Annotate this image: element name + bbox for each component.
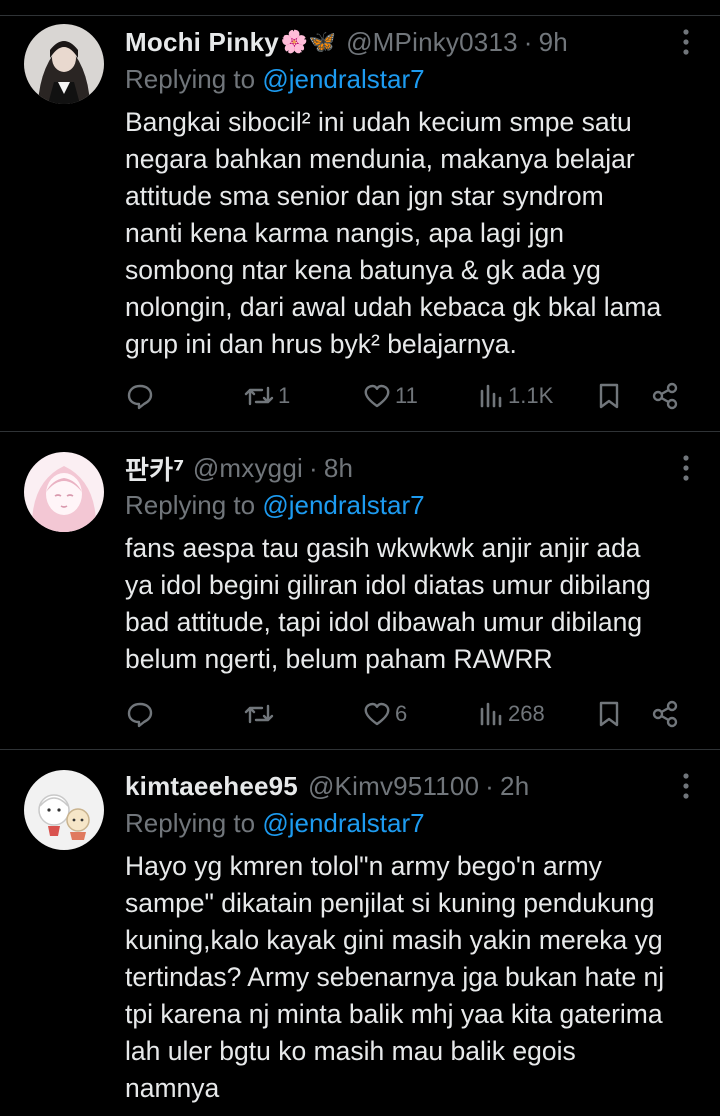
user-handle[interactable]: @MPinky0313 <box>346 27 518 58</box>
text-line: lah uler bgtu ko masih mau balik egois <box>125 1036 576 1066</box>
avatar[interactable] <box>24 452 104 532</box>
text-line: ya idol begini giliran idol diatas umur … <box>125 570 651 600</box>
views-button[interactable]: 1.1K <box>477 376 553 416</box>
share-icon <box>650 699 680 729</box>
display-name[interactable]: 판카⁷ <box>125 450 185 487</box>
replying-to: Replying to @jendralstar7 <box>125 64 690 96</box>
replying-prefix: Replying to <box>125 808 263 838</box>
text-line: kuning,kalo kayak gini masih yakin merek… <box>125 925 663 955</box>
share-button[interactable] <box>650 694 680 734</box>
reply-bubble-icon <box>125 699 155 729</box>
text-line: belum ngerti, belum paham RAWRR <box>125 644 553 674</box>
like-button[interactable]: 6 <box>362 694 407 734</box>
text-line: sombong ntar kena batunya & gk ada yg <box>125 255 601 285</box>
timestamp[interactable]: 9h <box>539 27 568 58</box>
name-emoji: 🌸🦋 <box>280 29 337 55</box>
reply-tweet[interactable]: kimtaeehee95 @Kimv951100 · 2h Replying t… <box>0 750 720 1116</box>
replying-to: Replying to @jendralstar7 <box>125 490 690 522</box>
more-vertical-icon[interactable] <box>676 450 696 486</box>
views-button[interactable]: 268 <box>477 694 545 734</box>
text-line: negara bahkan mendunia, makanya belajar <box>125 144 635 174</box>
bookmark-button[interactable] <box>595 376 623 416</box>
replying-to: Replying to @jendralstar7 <box>125 808 690 840</box>
share-button[interactable] <box>650 376 680 416</box>
view-count: 268 <box>508 701 545 726</box>
tweet-text: Hayo yg kmren tolol"n army bego'n army s… <box>125 848 690 1107</box>
separator-dot: · <box>308 452 318 483</box>
text-line: tpi karena nj minta balik mhj yaa kita g… <box>125 999 663 1029</box>
text-line: fans aespa tau gasih wkwkwk anjir anjir … <box>125 533 641 563</box>
replying-prefix: Replying to <box>125 64 263 94</box>
top-divider <box>0 0 720 16</box>
text-line: grup ini dan hrus byk² belajarnya. <box>125 329 517 359</box>
separator-dot: · <box>485 770 495 801</box>
mention-link[interactable]: @jendralstar7 <box>262 808 424 838</box>
timestamp[interactable]: 2h <box>500 771 529 802</box>
more-vertical-icon[interactable] <box>676 768 696 804</box>
share-icon <box>650 381 680 411</box>
text-line: namnya <box>125 1073 220 1103</box>
text-line: tertindas? Army sebenarnya jga bukan hat… <box>125 962 665 992</box>
tweet-text: fans aespa tau gasih wkwkwk anjir anjir … <box>125 530 690 678</box>
like-count: 11 <box>395 383 418 408</box>
bookmark-icon <box>595 381 623 411</box>
action-bar: 6 268 <box>125 694 685 734</box>
tweet-text: Bangkai sibocil² ini udah kecium smpe sa… <box>125 104 690 363</box>
retweet-button[interactable]: 1 <box>243 376 290 416</box>
retweet-icon <box>243 381 275 411</box>
avatar[interactable] <box>24 770 104 850</box>
heart-icon <box>362 381 392 411</box>
retweet-button[interactable] <box>243 694 278 734</box>
text-line: sampe" dikatain penjilat si kuning pendu… <box>125 888 655 918</box>
reply-button[interactable] <box>125 376 155 416</box>
more-vertical-icon[interactable] <box>676 24 696 60</box>
mention-link[interactable]: @jendralstar7 <box>262 64 424 94</box>
like-button[interactable]: 11 <box>362 376 418 416</box>
retweet-icon <box>243 699 275 729</box>
text-line: bad attitude, tapi idol dibawah umur dib… <box>125 607 643 637</box>
reply-bubble-icon <box>125 381 155 411</box>
user-handle[interactable]: @Kimv951100 <box>308 771 479 802</box>
display-name[interactable]: Mochi Pinky <box>125 27 279 58</box>
reply-tweet[interactable]: 판카⁷ @mxyggi · 8h Replying to @jendralsta… <box>0 432 720 750</box>
reply-button[interactable] <box>125 694 155 734</box>
retweet-count: 1 <box>278 383 291 408</box>
text-line: nanti kena karma nangis, apa lagi jgn <box>125 218 565 248</box>
mention-link[interactable]: @jendralstar7 <box>262 490 424 520</box>
bookmark-icon <box>595 699 623 729</box>
text-line: Bangkai sibocil² ini udah kecium smpe sa… <box>125 107 632 137</box>
text-line: nolongin, dari awal udah kebaca gk bkal … <box>125 292 662 322</box>
heart-icon <box>362 699 392 729</box>
replying-prefix: Replying to <box>125 490 263 520</box>
views-chart-icon <box>477 699 505 729</box>
views-chart-icon <box>477 381 505 411</box>
separator-dot: · <box>523 26 533 57</box>
text-line: Hayo yg kmren tolol"n army bego'n army <box>125 851 602 881</box>
timestamp[interactable]: 8h <box>324 453 353 484</box>
reply-tweet[interactable]: Mochi Pinky 🌸🦋 @MPinky0313 · 9h Replying… <box>0 16 720 432</box>
like-count: 6 <box>395 701 408 726</box>
action-bar: 1 11 1.1K <box>125 376 685 416</box>
user-handle[interactable]: @mxyggi <box>193 453 303 484</box>
text-line: attitude sma senior dan jgn star syndrom <box>125 181 604 211</box>
avatar[interactable] <box>24 24 104 104</box>
display-name[interactable]: kimtaeehee95 <box>125 771 298 802</box>
bookmark-button[interactable] <box>595 694 623 734</box>
view-count: 1.1K <box>508 383 554 408</box>
